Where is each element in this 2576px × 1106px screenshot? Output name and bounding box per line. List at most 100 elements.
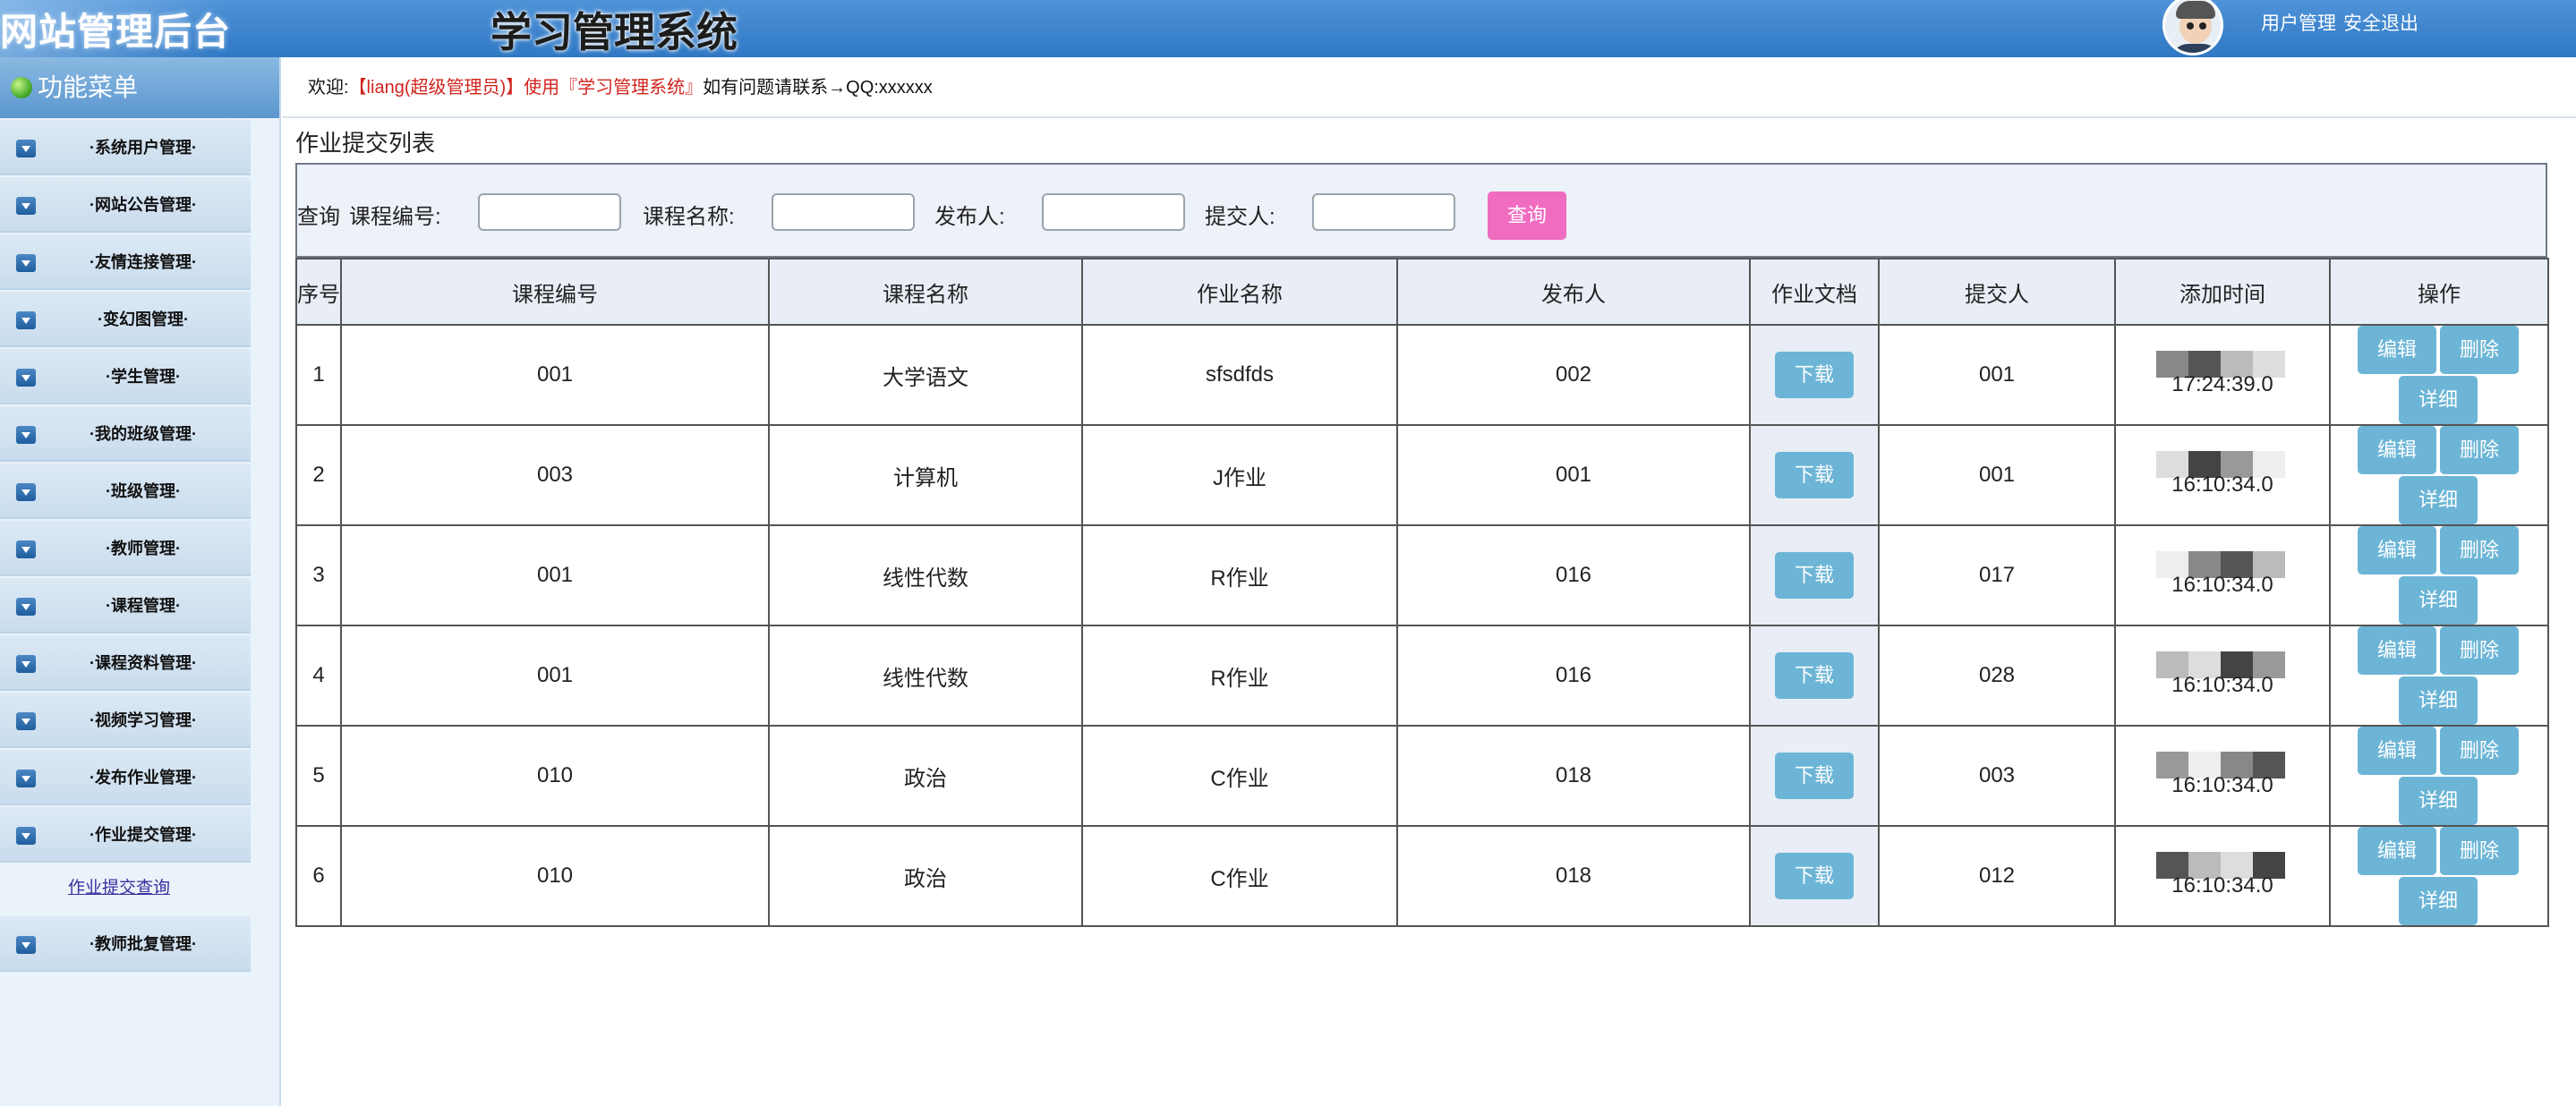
expand-arrow-icon (16, 936, 36, 954)
edit-button[interactable]: 编辑 (2358, 827, 2436, 875)
detail-button[interactable]: 详细 (2399, 777, 2478, 825)
download-button[interactable]: 下载 (1775, 753, 1854, 799)
actions-cell: 编辑 删除 详细 (2329, 524, 2549, 626)
sidebar-item-label: ·课程管理· (106, 597, 181, 615)
avatar-eye (2187, 22, 2194, 30)
homework-name-cell: R作业 (1081, 625, 1398, 727)
delete-button[interactable]: 删除 (2440, 326, 2519, 374)
detail-button[interactable]: 详细 (2399, 376, 2478, 424)
homework-name-cell: C作业 (1081, 725, 1398, 827)
sidebar-item[interactable]: ·友情连接管理· (0, 234, 251, 290)
search-button[interactable]: 查询 (1488, 191, 1566, 240)
avatar-suit (2171, 44, 2221, 53)
detail-button[interactable]: 详细 (2399, 476, 2478, 524)
expand-arrow-icon (16, 369, 36, 387)
welcome-contact: 如有问题请联系→QQ:xxxxxx (703, 78, 933, 98)
submitter-cell: 003 (1878, 725, 2116, 827)
expand-arrow-icon (16, 311, 36, 329)
publisher-cell: 018 (1396, 725, 1751, 827)
action-group: 编辑 删除 详细 (2331, 526, 2547, 625)
document-cell: 下载 (1749, 324, 1880, 426)
sidebar-item[interactable]: ·学生管理· (0, 349, 251, 404)
time-wrapper: 16:10:34.0 (2116, 827, 2329, 925)
sidebar-item[interactable]: ·课程管理· (0, 578, 251, 634)
expand-arrow-icon (16, 827, 36, 845)
action-group: 编辑 删除 详细 (2331, 827, 2547, 925)
submitter-cell: 001 (1878, 324, 2116, 426)
time-wrapper: 16:10:34.0 (2116, 426, 2329, 524)
publisher-label: 发布人: (934, 205, 1005, 229)
sidebar-header: 功能菜单 (0, 57, 279, 118)
delete-button[interactable]: 删除 (2440, 727, 2519, 775)
document-cell: 下载 (1749, 524, 1880, 626)
user-avatar[interactable] (2162, 0, 2223, 55)
download-button[interactable]: 下载 (1775, 352, 1854, 398)
detail-button[interactable]: 详细 (2399, 576, 2478, 625)
time-wrapper: 16:10:34.0 (2116, 526, 2329, 625)
sidebar-subitem-homework-query[interactable]: 作业提交查询 (0, 863, 279, 915)
sidebar-item[interactable]: ·网站公告管理· (0, 177, 251, 233)
sidebar-item[interactable]: ·教师管理· (0, 521, 251, 576)
sidebar-item-label: ·友情连接管理· (90, 253, 197, 271)
course-no-label: 课程编号: (349, 205, 441, 229)
column-header: 序号 (295, 258, 342, 326)
action-group: 编辑 删除 详细 (2331, 426, 2547, 524)
logout-link[interactable]: 安全退出 (2343, 13, 2418, 34)
submitter-input[interactable] (1312, 193, 1455, 231)
edit-button[interactable]: 编辑 (2358, 526, 2436, 574)
time-text: 16:10:34.0 (2171, 773, 2273, 797)
delete-button[interactable]: 删除 (2440, 827, 2519, 875)
sidebar-item[interactable]: ·作业提交管理· (0, 807, 251, 863)
download-button[interactable]: 下载 (1775, 853, 1854, 899)
sidebar-item-label: ·课程资料管理· (90, 654, 197, 672)
publisher-input[interactable] (1042, 193, 1185, 231)
sidebar-item[interactable]: ·发布作业管理· (0, 750, 251, 805)
download-button[interactable]: 下载 (1775, 552, 1854, 599)
expand-arrow-icon (16, 254, 36, 272)
download-button[interactable]: 下载 (1775, 452, 1854, 498)
detail-button[interactable]: 详细 (2399, 877, 2478, 925)
delete-button[interactable]: 删除 (2440, 526, 2519, 574)
expand-arrow-icon (16, 655, 36, 673)
column-header: 作业文档 (1749, 258, 1880, 326)
column-header: 发布人 (1396, 258, 1751, 326)
course-no-input[interactable] (478, 193, 621, 231)
sidebar-item[interactable]: ·教师批复管理· (0, 916, 251, 972)
edit-button[interactable]: 编辑 (2358, 727, 2436, 775)
detail-button[interactable]: 详细 (2399, 676, 2478, 725)
avatar-hair (2176, 1, 2215, 19)
sidebar-title: 功能菜单 (38, 73, 139, 101)
course-name-input[interactable] (772, 193, 915, 231)
actions-cell: 编辑 删除 详细 (2329, 825, 2549, 927)
sidebar-item-label: ·班级管理· (106, 482, 181, 500)
edit-button[interactable]: 编辑 (2358, 326, 2436, 374)
table-row: 6 010 政治 C作业 018 下载 012 16:10:34.0 编辑 删除 详细 (295, 825, 2549, 927)
delete-button[interactable]: 删除 (2440, 426, 2519, 474)
top-header: 网站管理后台 学习管理系统 用户管理 安全退出 (0, 0, 2576, 57)
sidebar-item[interactable]: ·我的班级管理· (0, 406, 251, 462)
expand-arrow-icon (16, 426, 36, 444)
delete-button[interactable]: 删除 (2440, 626, 2519, 675)
sidebar-item[interactable]: ·变幻图管理· (0, 292, 251, 347)
time-text: 16:10:34.0 (2171, 673, 2273, 697)
edit-button[interactable]: 编辑 (2358, 426, 2436, 474)
action-group: 编辑 删除 详细 (2331, 626, 2547, 725)
user-manage-link[interactable]: 用户管理 (2261, 13, 2336, 34)
sidebar-item[interactable]: ·课程资料管理· (0, 635, 251, 691)
edit-button[interactable]: 编辑 (2358, 626, 2436, 675)
expand-arrow-icon (16, 483, 36, 501)
course-name-cell: 计算机 (768, 424, 1083, 526)
action-group: 编辑 删除 详细 (2331, 727, 2547, 825)
system-title: 学习管理系统 (490, 9, 738, 55)
actions-cell: 编辑 删除 详细 (2329, 725, 2549, 827)
sidebar-item[interactable]: ·视频学习管理· (0, 693, 251, 748)
column-header: 课程名称 (768, 258, 1083, 326)
download-button[interactable]: 下载 (1775, 652, 1854, 699)
expand-arrow-icon (16, 598, 36, 616)
expand-arrow-icon (16, 197, 36, 215)
sidebar-item[interactable]: ·系统用户管理· (0, 120, 251, 175)
document-cell: 下载 (1749, 625, 1880, 727)
time-cell: 16:10:34.0 (2114, 825, 2331, 927)
sidebar-item[interactable]: ·班级管理· (0, 464, 251, 519)
table-row: 2 003 计算机 J作业 001 下载 001 16:10:34.0 编辑 删除 详细 (295, 424, 2549, 526)
